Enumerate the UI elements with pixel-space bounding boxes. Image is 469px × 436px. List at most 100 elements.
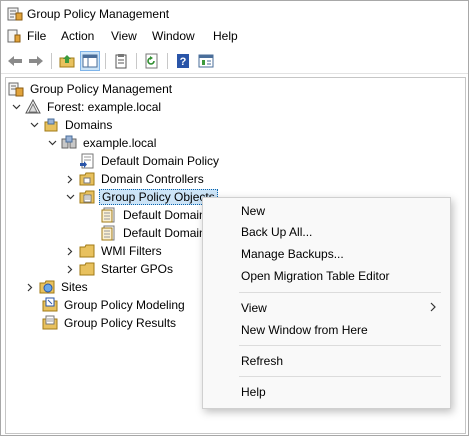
tree-label: Default Domain xyxy=(123,208,206,222)
tree-node-default-domain-policy[interactable]: Default Domain Policy xyxy=(79,152,221,170)
toolbar-separator xyxy=(167,53,168,69)
menu-item-label: Refresh xyxy=(241,354,284,368)
refresh-button[interactable] xyxy=(142,51,162,71)
help-icon: ? xyxy=(177,54,189,68)
menu-item-back-up-all[interactable]: Back Up All... xyxy=(203,222,450,242)
menu-view[interactable]: View xyxy=(111,29,137,43)
chevron-down-icon[interactable] xyxy=(28,122,40,128)
toolbar-separator xyxy=(136,53,137,69)
menu-item-help[interactable]: Help xyxy=(203,382,450,402)
chevron-right-icon[interactable] xyxy=(64,175,76,184)
menu-file[interactable]: File xyxy=(27,29,46,43)
gpo-folder-icon xyxy=(79,189,95,205)
up-one-level-button[interactable] xyxy=(57,51,77,71)
gpo-icon xyxy=(101,225,117,241)
menu-window[interactable]: Window xyxy=(152,29,195,43)
chevron-down-icon[interactable] xyxy=(10,104,22,110)
menu-item-refresh[interactable]: Refresh xyxy=(203,351,450,371)
tree-node-sites[interactable]: Sites xyxy=(24,278,90,296)
tree-label: Domains xyxy=(65,118,113,132)
tree-node-forest[interactable]: Forest: example.local xyxy=(10,98,163,116)
chevron-down-icon[interactable] xyxy=(46,140,58,146)
modeling-icon xyxy=(42,297,58,313)
console-button[interactable] xyxy=(196,51,216,71)
menu-item-manage-backups[interactable]: Manage Backups... xyxy=(203,244,450,264)
tree-label: Sites xyxy=(61,280,88,294)
tree-node-modeling[interactable]: Group Policy Modeling xyxy=(42,296,187,314)
menu-item-label: Manage Backups... xyxy=(241,247,344,261)
menu-item-label: View xyxy=(241,301,267,315)
tree-node-starter-gpos[interactable]: Starter GPOs xyxy=(64,260,175,278)
tree-label: Group Policy Modeling xyxy=(64,298,185,312)
show-hide-tree-button[interactable] xyxy=(80,51,100,71)
svg-text:?: ? xyxy=(180,56,187,68)
tree-node-domains[interactable]: Domains xyxy=(28,116,114,134)
chevron-right-icon[interactable] xyxy=(64,265,76,274)
menu-app-icon[interactable] xyxy=(7,29,21,46)
tree-node-gpo-child[interactable]: Default Domain xyxy=(101,206,208,224)
tree-label: WMI Filters xyxy=(101,244,162,258)
tree-node-results[interactable]: Group Policy Results xyxy=(42,314,178,332)
menu-item-open-migration-table-editor[interactable]: Open Migration Table Editor xyxy=(203,266,450,286)
menu-separator xyxy=(239,292,441,293)
menu-bar: File Action View Window Help xyxy=(1,27,468,47)
ou-folder-icon xyxy=(79,171,95,187)
forward-button[interactable] xyxy=(26,51,46,71)
properties-icon xyxy=(115,54,127,69)
tree-node-gpo-child[interactable]: Default Domain xyxy=(101,224,208,242)
menu-item-label: Help xyxy=(241,385,266,399)
title-bar: Group Policy Management xyxy=(1,1,468,27)
menu-item-label: Back Up All... xyxy=(241,225,313,239)
sites-icon xyxy=(39,279,55,295)
domains-icon xyxy=(43,117,59,133)
menu-help[interactable]: Help xyxy=(213,29,238,43)
menu-separator xyxy=(239,376,441,377)
gpo-icon xyxy=(101,207,117,223)
help-button[interactable]: ? xyxy=(173,51,193,71)
up-folder-icon xyxy=(59,55,75,68)
tree-label: Forest: example.local xyxy=(47,100,162,114)
toolbar-separator xyxy=(51,53,52,69)
tree-label: Group Policy Management xyxy=(30,82,173,96)
gpm-icon xyxy=(8,81,24,97)
results-icon xyxy=(42,315,58,331)
tree-node-root[interactable]: Group Policy Management xyxy=(8,80,174,98)
tree-label: Domain Controllers xyxy=(101,172,204,186)
context-menu: New Back Up All... Manage Backups... Ope… xyxy=(202,197,451,409)
domain-icon xyxy=(61,135,77,151)
folder-icon xyxy=(79,261,95,277)
forward-arrow-icon xyxy=(29,56,43,66)
folder-icon xyxy=(79,243,95,259)
menu-item-label: Open Migration Table Editor xyxy=(241,269,390,283)
console-icon xyxy=(198,54,214,68)
menu-separator xyxy=(239,345,441,346)
tree-node-group-policy-objects[interactable]: Group Policy Objects xyxy=(64,188,218,206)
tree-node-domain-controllers[interactable]: Domain Controllers xyxy=(64,170,206,188)
submenu-arrow-icon xyxy=(430,301,436,315)
tree-label: Group Policy Results xyxy=(64,316,177,330)
chevron-right-icon[interactable] xyxy=(64,247,76,256)
window-title: Group Policy Management xyxy=(27,7,170,21)
tree-label: example.local xyxy=(83,136,157,150)
back-button[interactable] xyxy=(5,51,25,71)
menu-item-view[interactable]: View xyxy=(203,298,450,318)
chevron-right-icon[interactable] xyxy=(24,283,36,292)
toolbar: ? xyxy=(1,49,468,74)
gpo-link-icon xyxy=(79,153,95,169)
tree-label: Default Domain Policy xyxy=(101,154,220,168)
properties-button[interactable] xyxy=(111,51,131,71)
menu-item-label: New Window from Here xyxy=(241,323,368,337)
menu-item-new-window-from-here[interactable]: New Window from Here xyxy=(203,320,450,340)
gpm-app-icon xyxy=(7,7,23,24)
tree-node-wmi-filters[interactable]: WMI Filters xyxy=(64,242,164,260)
menu-item-new[interactable]: New xyxy=(203,201,450,221)
tree-label-selected: Group Policy Objects xyxy=(99,189,218,205)
tree-node-domain[interactable]: example.local xyxy=(46,134,158,152)
menu-item-label: New xyxy=(241,204,266,218)
chevron-down-icon[interactable] xyxy=(64,194,76,200)
menu-action[interactable]: Action xyxy=(61,29,94,43)
refresh-icon xyxy=(145,53,158,69)
back-arrow-icon xyxy=(8,56,22,66)
forest-icon xyxy=(25,99,41,115)
show-hide-tree-icon xyxy=(82,54,98,68)
